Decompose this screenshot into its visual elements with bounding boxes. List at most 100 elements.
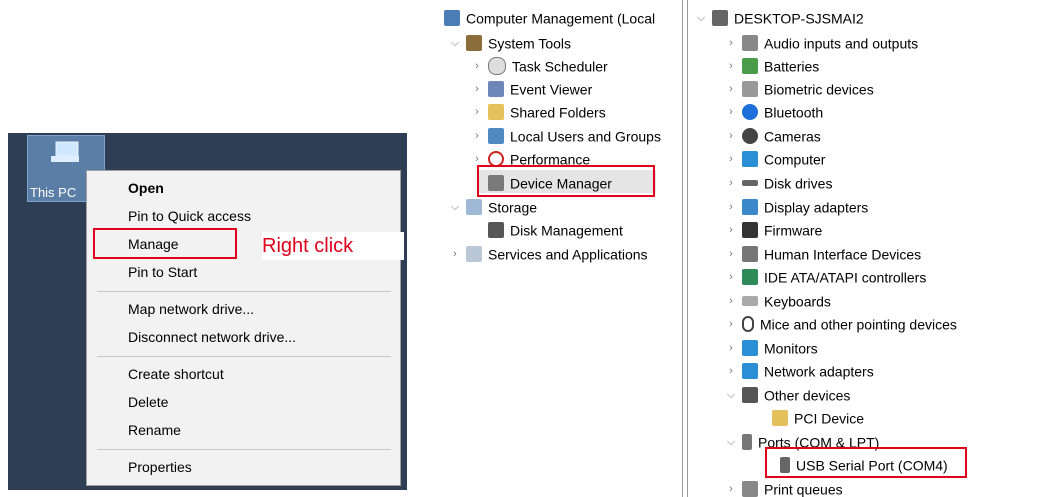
chevron-right-icon[interactable]: › [724,360,738,382]
menu-separator [97,449,391,450]
chevron-right-icon[interactable]: › [448,243,462,265]
device-category-batteries[interactable]: › Batteries [724,54,819,76]
menu-separator [97,356,391,357]
menu-item-properties[interactable]: Properties [128,459,192,475]
menu-item-rename[interactable]: Rename [128,422,181,438]
chevron-right-icon[interactable]: › [470,125,484,147]
chevron-right-icon[interactable]: › [724,32,738,54]
tree-root-desktop[interactable]: ⌵ DESKTOP-SJSMAI2 [694,6,864,28]
chevron-right-icon[interactable]: › [724,337,738,359]
network-icon [742,363,758,380]
chevron-right-icon[interactable]: › [724,125,738,147]
menu-item-pin-quick-access[interactable]: Pin to Quick access [128,208,251,224]
shared-folder-icon [488,104,504,121]
this-pc-icon [51,141,79,162]
chevron-right-icon[interactable]: › [724,101,738,123]
chevron-right-icon[interactable]: › [724,172,738,194]
computer-icon [742,151,758,168]
tree-item-disk-management[interactable]: Disk Management [484,218,623,240]
chevron-down-icon[interactable]: ⌵ [724,431,738,453]
chevron-right-icon[interactable]: › [724,478,738,497]
clock-icon [488,57,506,76]
chevron-right-icon[interactable]: › [724,55,738,77]
tools-icon [466,35,482,52]
device-category-ide[interactable]: › IDE ATA/ATAPI controllers [724,265,926,287]
chevron-right-icon[interactable]: › [470,78,484,100]
device-category-keyboards[interactable]: › Keyboards [724,289,831,311]
device-category-network-adapters[interactable]: › Network adapters [724,359,874,381]
computer-management-tree: Computer Management (Local ⌵ System Tools… [442,0,682,497]
usb-serial-port-highlight-box [765,447,967,478]
manage-highlight-box [93,228,237,259]
computer-management-icon [444,10,460,27]
device-category-computer[interactable]: › Computer [724,147,825,169]
firmware-icon [742,222,758,239]
tree-item-local-users[interactable]: › Local Users and Groups [470,124,661,146]
mouse-icon [742,316,754,333]
chevron-right-icon[interactable]: › [724,290,738,312]
device-category-display-adapters[interactable]: › Display adapters [724,195,868,217]
tree-item-system-tools[interactable]: ⌵ System Tools [448,31,571,53]
device-category-mice[interactable]: › Mice and other pointing devices [724,312,957,334]
device-category-monitors[interactable]: › Monitors [724,336,818,358]
tree-item-task-scheduler[interactable]: › Task Scheduler [470,54,608,76]
chevron-right-icon[interactable]: › [724,148,738,170]
chevron-right-icon[interactable]: › [724,196,738,218]
monitor-icon [742,340,758,357]
chevron-down-icon[interactable]: ⌵ [448,196,462,218]
chevron-right-icon[interactable]: › [724,78,738,100]
printer-icon [742,481,758,497]
device-category-print-queues[interactable]: › Print queues [724,477,843,497]
chevron-right-icon[interactable]: › [724,313,738,335]
camera-icon [742,128,758,145]
device-category-bluetooth[interactable]: › Bluetooth [724,100,823,122]
pane-divider [682,0,683,497]
display-adapter-icon [742,199,758,216]
menu-item-open[interactable]: Open [128,180,164,196]
chevron-right-icon[interactable]: › [470,101,484,123]
tree-item-event-viewer[interactable]: › Event Viewer [470,77,592,99]
chevron-right-icon[interactable]: › [724,243,738,265]
device-category-cameras[interactable]: › Cameras [724,124,821,146]
services-icon [466,246,482,263]
disk-management-icon [488,222,504,239]
biometric-icon [742,81,758,98]
tree-item-shared-folders[interactable]: › Shared Folders [470,100,606,122]
device-pci-device[interactable]: PCI Device [768,406,864,428]
disk-drive-icon [742,180,758,187]
chevron-right-icon[interactable]: › [724,219,738,241]
tree-item-services-applications[interactable]: › Services and Applications [448,242,648,264]
menu-item-pin-start[interactable]: Pin to Start [128,264,197,280]
chevron-down-icon[interactable]: ⌵ [448,32,462,54]
device-category-audio[interactable]: › Audio inputs and outputs [724,31,918,53]
audio-icon [742,35,758,52]
menu-item-disconnect-drive[interactable]: Disconnect network drive... [128,329,296,345]
menu-item-map-drive[interactable]: Map network drive... [128,301,254,317]
tree-root-computer-management[interactable]: Computer Management (Local [442,6,655,28]
device-category-firmware[interactable]: › Firmware [724,218,822,240]
context-menu: Open Pin to Quick access Manage Pin to S… [86,170,401,486]
keyboard-icon [742,296,758,307]
chevron-right-icon[interactable]: › [470,55,484,77]
menu-separator [97,291,391,292]
device-category-biometric[interactable]: › Biometric devices [724,77,874,99]
device-category-other-devices[interactable]: ⌵ Other devices [724,383,850,405]
device-manager-highlight-box [477,165,655,197]
bluetooth-icon [742,104,758,121]
device-category-hid[interactable]: › Human Interface Devices [724,242,921,264]
tree-item-storage[interactable]: ⌵ Storage [448,195,537,217]
menu-item-delete[interactable]: Delete [128,394,168,410]
battery-icon [742,58,758,75]
device-manager-tree: ⌵ DESKTOP-SJSMAI2 › Audio inputs and outpu… [688,0,1046,497]
menu-item-create-shortcut[interactable]: Create shortcut [128,366,224,382]
hid-icon [742,246,758,263]
chevron-down-icon[interactable]: ⌵ [724,384,738,406]
users-icon [488,128,504,145]
pci-device-icon [772,410,788,427]
warning-device-icon [742,387,758,404]
port-icon [742,434,752,451]
chevron-down-icon[interactable]: ⌵ [694,7,708,29]
chevron-right-icon[interactable]: › [724,266,738,288]
device-category-disk-drives[interactable]: › Disk drives [724,171,832,193]
ide-icon [742,269,758,286]
